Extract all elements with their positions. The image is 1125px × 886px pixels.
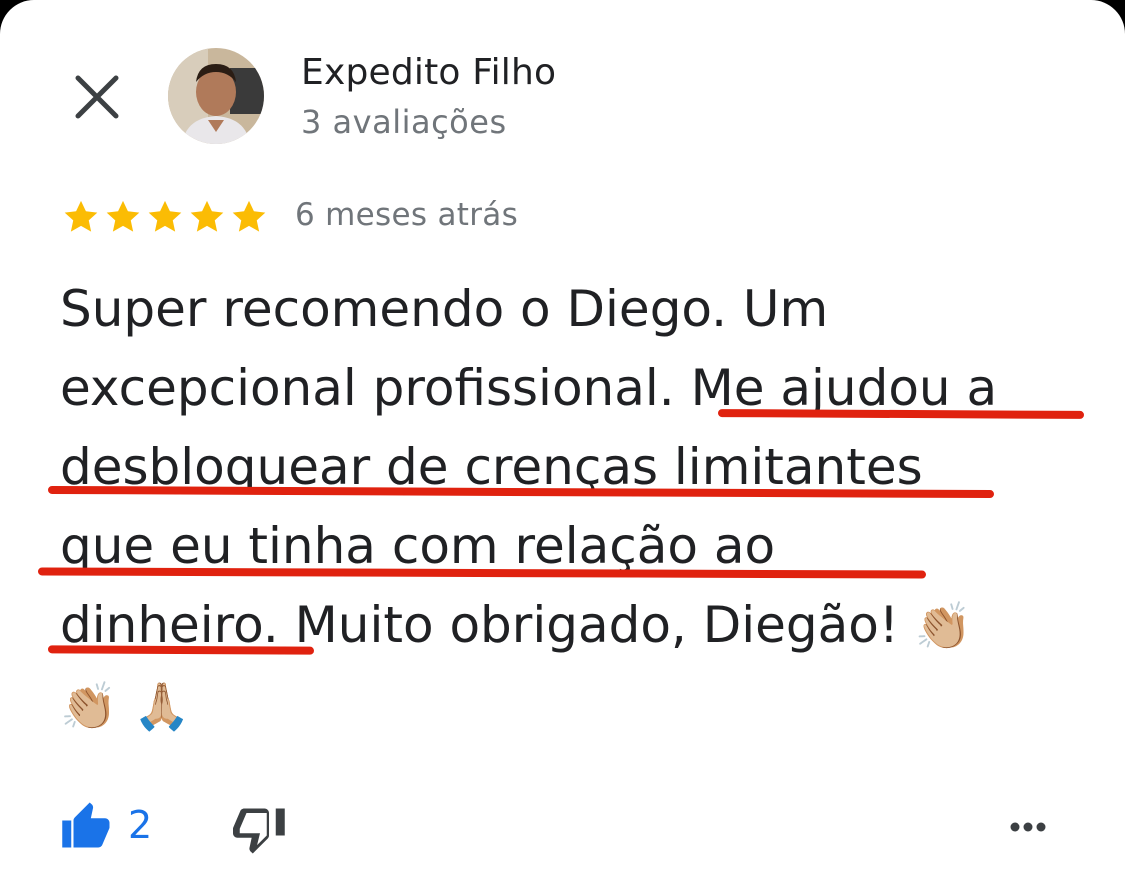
- close-icon[interactable]: [70, 70, 124, 124]
- reviewer-name[interactable]: Expedito Filho: [301, 52, 556, 93]
- star-icon: [148, 200, 182, 232]
- review-text: Super recomendo o Diego. Um excepcional …: [60, 270, 1100, 746]
- avatar-image: [168, 48, 264, 144]
- highlight-underline: [47, 645, 315, 655]
- avatar[interactable]: [168, 48, 264, 144]
- star-rating: [62, 198, 268, 236]
- star-icon: [190, 200, 224, 232]
- clapping-hands-emoji: 👏🏼: [60, 679, 118, 733]
- more-horizontal-icon[interactable]: [1008, 812, 1048, 842]
- star-icon: [232, 200, 266, 232]
- praying-hands-emoji: 🙏🏼: [133, 679, 191, 733]
- thumbs-up-icon: [62, 802, 110, 848]
- review-card: Expedito Filho 3 avaliações 6 meses atrá…: [0, 0, 1125, 886]
- review-count: 3 avaliações: [301, 103, 507, 141]
- like-count: 2: [128, 803, 153, 847]
- clapping-hands-emoji: 👏🏼: [914, 599, 973, 653]
- like-button[interactable]: 2: [60, 800, 152, 850]
- star-icon: [64, 200, 98, 232]
- review-line-1: Super recomendo o Diego. Um: [60, 280, 829, 338]
- review-line-2-plain: excepcional profissional.: [60, 359, 675, 417]
- review-time: 6 meses atrás: [295, 197, 519, 233]
- review-line-5-plain: Muito obrigado, Diegão!: [294, 596, 899, 654]
- star-icon: [106, 200, 140, 232]
- thumbs-down-icon[interactable]: [233, 805, 287, 857]
- review-line-6: 👏🏼 🙏🏼: [60, 666, 1100, 746]
